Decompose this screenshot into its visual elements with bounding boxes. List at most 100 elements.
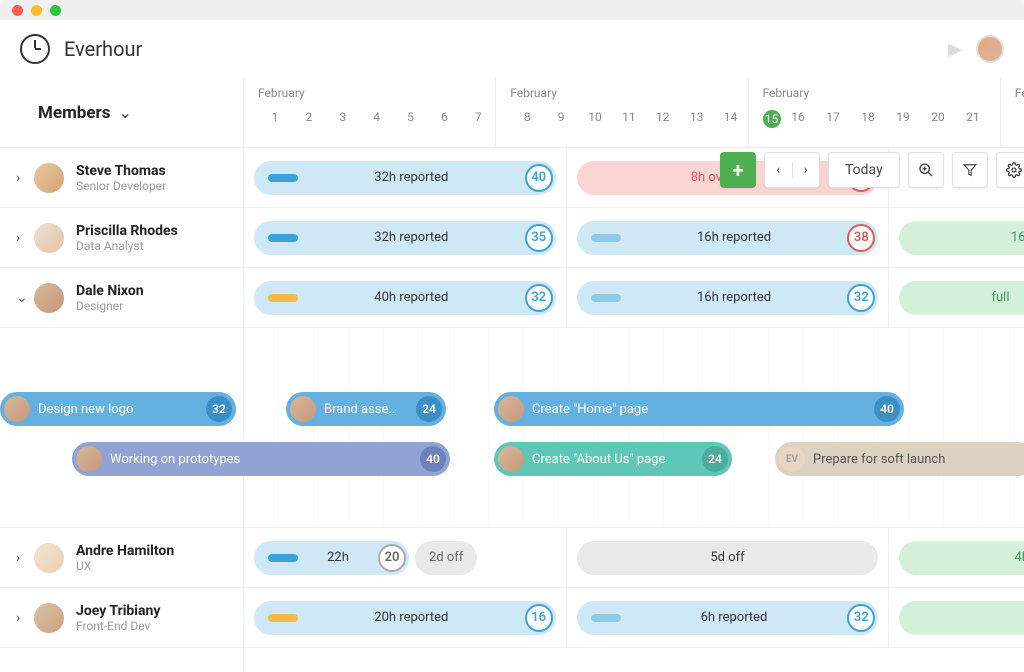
hours-pill[interactable]: full32 <box>899 601 1024 635</box>
task-bar[interactable]: Create "About Us" page24 <box>494 442 732 476</box>
schedule-cell[interactable]: 20h reported16 <box>244 588 567 647</box>
schedule-cell[interactable]: 4h free24 <box>889 528 1024 587</box>
task-avatar <box>76 446 102 472</box>
hours-pill[interactable]: 22h20 <box>254 541 409 575</box>
filter-button[interactable] <box>952 152 988 188</box>
hours-pill[interactable]: full28 <box>899 281 1024 315</box>
hours-pill[interactable]: 6h reported32 <box>577 601 879 635</box>
progress-bar <box>268 294 298 302</box>
schedule-cell[interactable]: 6h reported32 <box>567 588 890 647</box>
member-role: Front-End Dev <box>76 619 160 633</box>
schedule-row: 40h reported32 16h reported32 full282d off <box>244 268 1024 328</box>
hours-badge: 20 <box>378 544 406 572</box>
member-name: Andre Hamilton <box>76 543 174 559</box>
pill-text: full <box>899 610 1024 625</box>
hours-pill[interactable]: 32h reported40 <box>254 161 556 195</box>
hours-pill[interactable]: 40h reported32 <box>254 281 556 315</box>
hours-pill[interactable]: 16h reported32 <box>577 281 879 315</box>
week-column: February891011121314 <box>496 78 748 147</box>
date-header: February1234567February891011121314Febru… <box>244 78 1024 148</box>
schedule-cell[interactable]: full32 <box>889 588 1024 647</box>
expand-arrow-icon[interactable]: › <box>16 550 34 566</box>
next-button[interactable]: › <box>792 162 820 178</box>
pill-text: 6h reported <box>621 610 848 625</box>
expand-arrow-icon[interactable]: › <box>16 170 34 186</box>
user-avatar[interactable] <box>976 35 1004 63</box>
hours-pill[interactable]: 16h free19 <box>899 221 1024 255</box>
progress-bar <box>268 614 298 622</box>
pill-text: 32h reported <box>298 230 525 245</box>
week-column: Febru22 <box>1001 78 1024 147</box>
members-header[interactable]: Members ⌄ <box>0 78 243 148</box>
prev-button[interactable]: ‹ <box>765 162 792 178</box>
day-label: 17 <box>816 110 851 128</box>
day-label: 7 <box>461 110 495 124</box>
maximize-dot[interactable] <box>50 5 61 16</box>
schedule-cell[interactable]: 16h free19 <box>889 208 1024 267</box>
brand[interactable]: Everhour <box>20 34 142 64</box>
hours-pill[interactable]: 20h reported16 <box>254 601 556 635</box>
schedule-cell[interactable]: 32h reported40 <box>244 148 567 207</box>
settings-button[interactable] <box>996 152 1024 188</box>
day-label: 6 <box>427 110 461 124</box>
close-dot[interactable] <box>12 5 23 16</box>
expand-arrow-icon[interactable]: › <box>16 230 34 246</box>
task-bar[interactable]: Brand asse..24 <box>286 392 446 426</box>
today-button[interactable]: Today <box>828 152 900 188</box>
add-button[interactable]: + <box>720 152 756 188</box>
day-label: 4 <box>360 110 394 124</box>
project-badge: EV <box>779 446 805 472</box>
schedule-cell[interactable]: 16h reported38 <box>567 208 890 267</box>
member-avatar[interactable] <box>34 223 64 253</box>
member-avatar[interactable] <box>34 543 64 573</box>
schedule-row: 20h reported16 6h reported32 full32 <box>244 588 1024 648</box>
schedule-cell[interactable]: 32h reported35 <box>244 208 567 267</box>
schedule-cell[interactable]: 22h202d off <box>244 528 567 587</box>
hours-pill[interactable]: 5d off <box>577 541 879 575</box>
member-avatar[interactable] <box>34 283 64 313</box>
task-bar[interactable]: Create "Home" page40 <box>494 392 904 426</box>
collapse-arrow-icon[interactable]: ⌄ <box>16 290 34 306</box>
hours-pill[interactable]: 32h reported35 <box>254 221 556 255</box>
day-label: 21 <box>956 110 991 128</box>
task-label: Brand asse.. <box>324 402 416 417</box>
member-name: Joey Tribiany <box>76 603 160 619</box>
hours-pill[interactable]: 16h reported38 <box>577 221 879 255</box>
member-name: Steve Thomas <box>76 163 166 179</box>
member-role: UX <box>76 559 174 573</box>
task-bar[interactable]: Design new logo32 <box>0 392 236 426</box>
task-label: Create "Home" page <box>532 402 874 417</box>
progress-bar <box>268 554 298 562</box>
day-label: 1 <box>258 110 292 124</box>
task-hours-badge: 40 <box>420 446 446 472</box>
schedule-cell[interactable]: full282d off <box>889 268 1024 327</box>
task-label: Create "About Us" page <box>532 452 702 467</box>
task-bar[interactable]: EVPrepare for soft launch <box>775 442 1024 476</box>
pill-text: full <box>899 290 1024 305</box>
timer-icon[interactable]: ▶ <box>948 39 962 60</box>
pill-text: 16h reported <box>621 230 848 245</box>
pill-text: 32h reported <box>298 170 525 185</box>
member-row: › Andre HamiltonUX <box>0 528 243 588</box>
member-row: ›Steve ThomasSenior Developer <box>0 148 243 208</box>
task-hours-badge: 24 <box>416 396 442 422</box>
minimize-dot[interactable] <box>31 5 42 16</box>
progress-bar <box>591 234 621 242</box>
member-role: Designer <box>76 299 144 313</box>
schedule-cell[interactable]: 5d off <box>567 528 890 587</box>
task-label: Working on prototypes <box>110 452 420 467</box>
member-avatar[interactable] <box>34 603 64 633</box>
task-bar[interactable]: Working on prototypes40 <box>72 442 450 476</box>
zoom-button[interactable] <box>908 152 944 188</box>
schedule-cell[interactable]: 40h reported32 <box>244 268 567 327</box>
task-hours-badge: 24 <box>702 446 728 472</box>
schedule-cell[interactable]: 16h reported32 <box>567 268 890 327</box>
member-avatar[interactable] <box>34 163 64 193</box>
hours-pill[interactable]: 4h free24 <box>899 541 1024 575</box>
expand-arrow-icon[interactable]: › <box>16 610 34 626</box>
schedule-row: 32h reported35 16h reported38 16h free19 <box>244 208 1024 268</box>
pill-text: 4h free <box>899 550 1024 565</box>
task-avatar <box>498 446 524 472</box>
hours-badge: 35 <box>525 224 553 252</box>
chevron-down-icon: ⌄ <box>119 103 132 122</box>
